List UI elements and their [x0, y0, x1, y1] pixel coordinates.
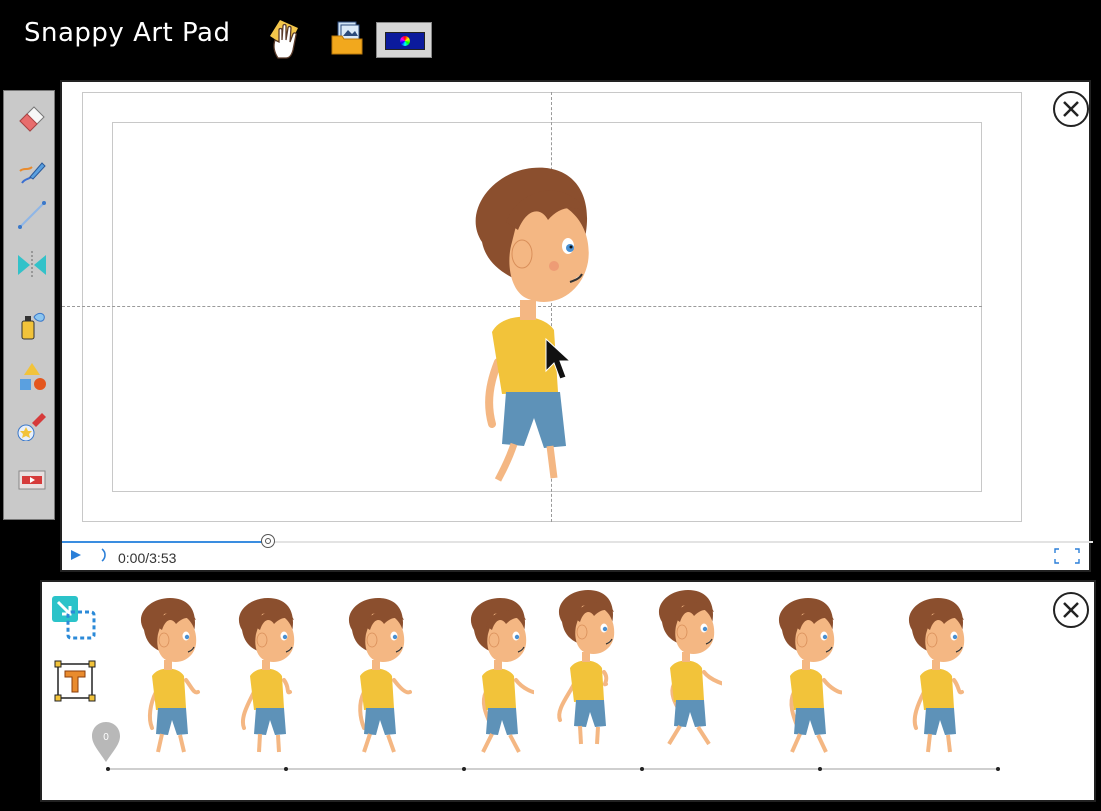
text-tool-icon[interactable]: [54, 660, 96, 702]
close-frames-button[interactable]: [1053, 592, 1089, 628]
tool-sidebar: [3, 90, 55, 520]
frame-thumbnail[interactable]: [464, 596, 540, 756]
fullscreen-icon[interactable]: [1054, 548, 1080, 564]
frame-dot: [640, 767, 644, 771]
cursor-icon: [545, 337, 572, 380]
volume-icon[interactable]: [100, 548, 110, 562]
time-display: 0:00/3:53: [118, 550, 177, 566]
stamp-icon[interactable]: [16, 409, 48, 442]
frame-dot: [818, 767, 822, 771]
close-icon: [1063, 602, 1079, 618]
frame-thumbnail[interactable]: [902, 596, 972, 756]
canvas-panel: 0:00/3:53: [60, 80, 1093, 572]
shapes-icon[interactable]: [16, 361, 48, 393]
frame-dot: [996, 767, 1000, 771]
eraser-icon[interactable]: [16, 101, 48, 133]
close-canvas-button[interactable]: [1053, 91, 1089, 127]
frame-thumbnail[interactable]: [232, 596, 302, 756]
play-icon[interactable]: [70, 549, 82, 561]
frame-dot: [284, 767, 288, 771]
frames-panel: 0: [40, 580, 1096, 802]
frame-thumbnail[interactable]: [134, 596, 204, 756]
app-title: Snappy Art Pad: [24, 18, 231, 48]
frame-dot: [106, 767, 110, 771]
film-icon[interactable]: [16, 463, 48, 495]
frame-thumbnail[interactable]: [342, 596, 412, 756]
frame-thumbnail[interactable]: [652, 588, 732, 748]
frame-marker-label: 0: [103, 732, 109, 743]
color-swatch: [385, 32, 425, 50]
color-wheel-icon: [400, 36, 410, 46]
color-picker-icon[interactable]: [376, 22, 432, 58]
close-icon: [1063, 101, 1079, 117]
frame-dot: [462, 767, 466, 771]
frame-timeline-line: [106, 768, 998, 770]
brush-icon[interactable]: [16, 157, 48, 189]
timeline-scrub-handle[interactable]: [261, 534, 275, 548]
spray-icon[interactable]: [16, 309, 48, 341]
hand-icon[interactable]: [266, 18, 304, 60]
image-folder-icon[interactable]: [330, 20, 364, 56]
select-frames-icon[interactable]: [50, 594, 98, 642]
timeline-progress: [62, 541, 268, 543]
frame-thumbnail[interactable]: [552, 588, 622, 748]
frame-thumbnail[interactable]: [772, 596, 846, 756]
line-icon[interactable]: [16, 199, 48, 231]
mirror-icon[interactable]: [16, 249, 48, 281]
character-illustration[interactable]: [462, 162, 642, 492]
